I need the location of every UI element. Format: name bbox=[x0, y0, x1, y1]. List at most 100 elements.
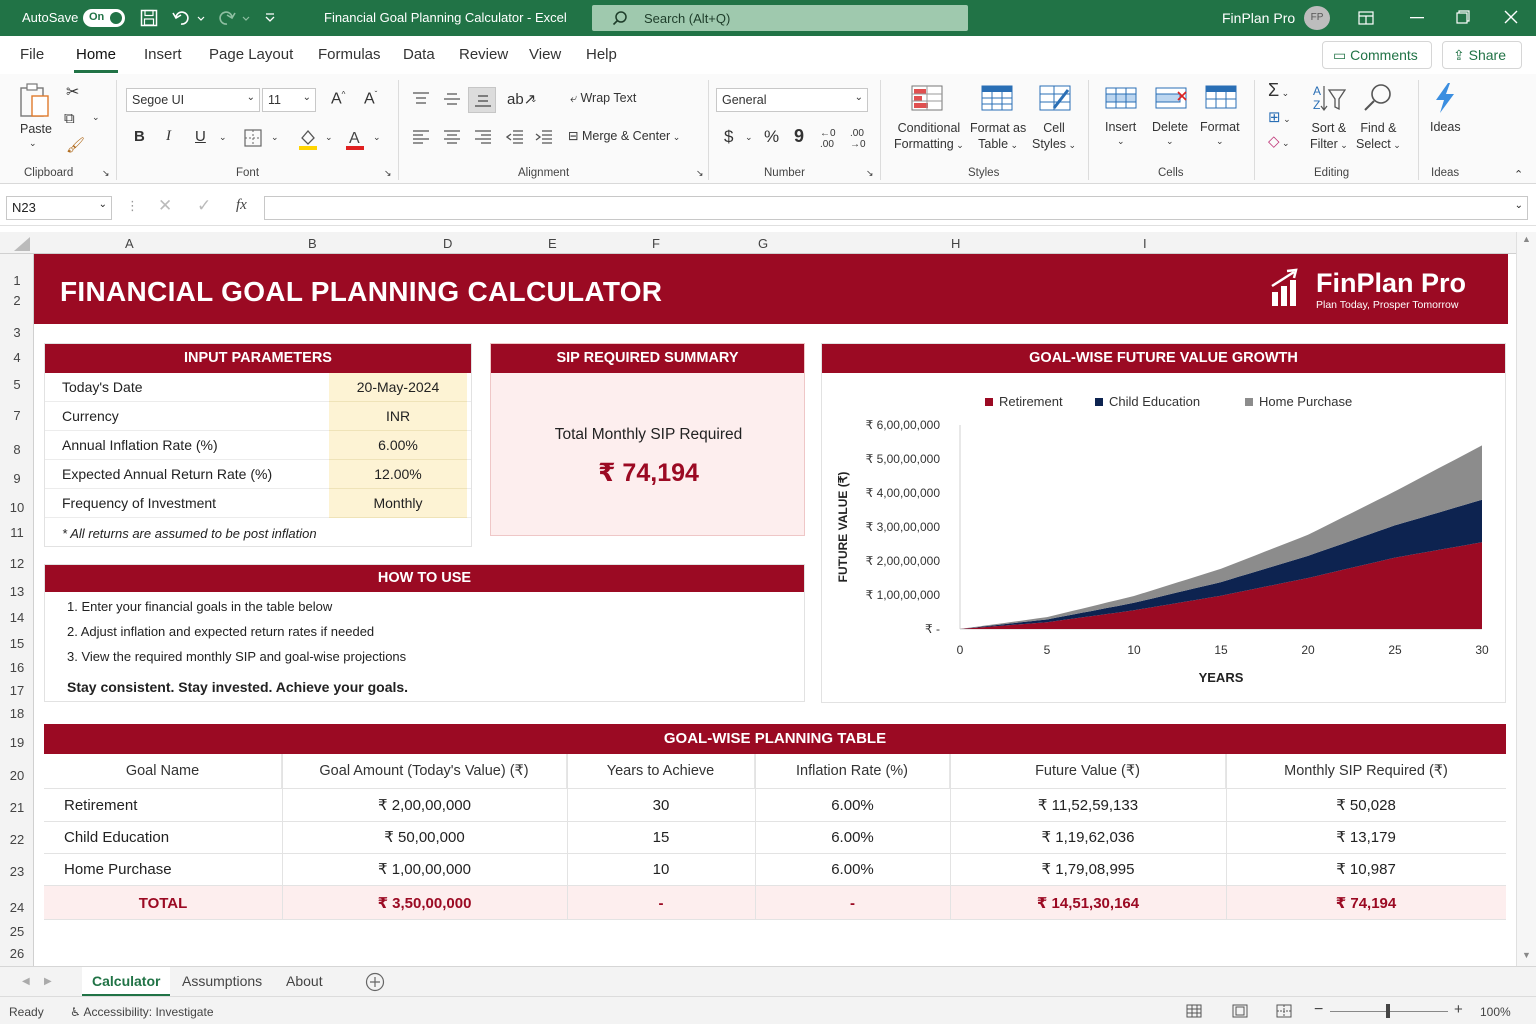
insert-function-button[interactable]: fx bbox=[236, 197, 247, 214]
cell-styles-button[interactable]: Cell Styles ⌄ bbox=[1032, 120, 1076, 153]
chevron-down-icon[interactable]: ⌄ bbox=[271, 132, 279, 143]
row-header[interactable]: 22 bbox=[0, 832, 34, 847]
search-box[interactable]: Search (Alt+Q) bbox=[592, 5, 968, 31]
tab-view[interactable]: View bbox=[529, 46, 561, 63]
close-icon[interactable] bbox=[1504, 10, 1518, 24]
column-header[interactable]: F bbox=[652, 236, 660, 251]
align-bottom-button[interactable] bbox=[468, 87, 496, 113]
conditional-formatting-icon[interactable] bbox=[910, 84, 944, 112]
chevron-down-icon[interactable]: ⌄ bbox=[373, 132, 381, 143]
tab-page-layout[interactable]: Page Layout bbox=[209, 46, 293, 63]
tab-data[interactable]: Data bbox=[403, 46, 435, 63]
ribbon-display-icon[interactable] bbox=[1358, 11, 1374, 25]
scroll-tabs-left-icon[interactable]: ◀ bbox=[22, 976, 30, 987]
table-cell-future-value[interactable]: ₹ 1,79,08,995 bbox=[950, 854, 1226, 886]
chevron-down-icon[interactable]: ⌄ bbox=[530, 94, 538, 105]
enter-icon[interactable]: ✓ bbox=[197, 196, 211, 216]
insert-cells-button[interactable]: Insert bbox=[1105, 120, 1136, 134]
scroll-down-icon[interactable]: ▼ bbox=[1522, 950, 1531, 960]
delete-cells-button[interactable]: Delete bbox=[1152, 120, 1188, 134]
sort-filter-button[interactable]: Sort & Filter ⌄ bbox=[1310, 120, 1348, 153]
font-launcher-icon[interactable]: ↘ bbox=[384, 168, 392, 179]
insert-cells-icon[interactable] bbox=[1104, 84, 1138, 112]
table-cell-years[interactable]: 30 bbox=[567, 790, 755, 822]
fill-color-icon[interactable] bbox=[298, 128, 318, 150]
tab-formulas[interactable]: Formulas bbox=[318, 46, 381, 63]
table-cell-inflation[interactable]: 6.00% bbox=[755, 822, 950, 854]
alignment-launcher-icon[interactable]: ↘ bbox=[696, 168, 704, 179]
row-header[interactable]: 5 bbox=[0, 377, 34, 392]
chevron-down-icon[interactable]: ⌄ bbox=[1216, 136, 1224, 147]
column-header[interactable]: G bbox=[758, 236, 768, 251]
format-painter-icon[interactable]: 🖌 bbox=[66, 136, 85, 154]
row-header[interactable]: 8 bbox=[0, 442, 34, 457]
row-header[interactable]: 16 bbox=[0, 660, 34, 675]
align-left-icon[interactable] bbox=[412, 129, 430, 145]
zoom-slider-thumb[interactable] bbox=[1386, 1004, 1390, 1018]
zoom-out-button[interactable]: − bbox=[1314, 1001, 1323, 1019]
tab-home[interactable]: Home bbox=[76, 46, 116, 63]
row-header[interactable]: 17 bbox=[0, 683, 34, 698]
save-icon[interactable] bbox=[140, 9, 158, 27]
clipboard-launcher-icon[interactable]: ↘ bbox=[102, 168, 110, 179]
input-value-return[interactable]: 12.00% bbox=[329, 460, 467, 489]
autosum-icon[interactable]: Σ ⌄ bbox=[1268, 80, 1289, 101]
paste-button[interactable]: Paste bbox=[20, 122, 52, 136]
undo-icon[interactable] bbox=[172, 9, 206, 27]
table-cell-years[interactable]: 10 bbox=[567, 854, 755, 886]
name-box[interactable]: N23 ⌄ bbox=[6, 196, 112, 220]
table-cell-goal-amount[interactable]: ₹ 50,00,000 bbox=[282, 822, 567, 854]
table-cell-monthly-sip[interactable]: ₹ 13,179 bbox=[1226, 822, 1506, 854]
decrease-indent-icon[interactable] bbox=[506, 129, 524, 145]
tab-help[interactable]: Help bbox=[586, 46, 617, 63]
table-cell-inflation[interactable]: 6.00% bbox=[755, 854, 950, 886]
copy-dropdown-icon[interactable]: ⌄ bbox=[92, 112, 100, 123]
row-header[interactable]: 13 bbox=[0, 584, 34, 599]
zoom-in-button[interactable]: + bbox=[1454, 1001, 1463, 1018]
tab-review[interactable]: Review bbox=[459, 46, 508, 63]
redo-icon[interactable] bbox=[218, 9, 252, 27]
scroll-up-icon[interactable]: ▲ bbox=[1522, 234, 1531, 244]
chevron-down-icon[interactable]: ⌄ bbox=[219, 132, 227, 143]
align-top-icon[interactable] bbox=[412, 92, 430, 106]
cut-icon[interactable]: ✂ bbox=[66, 82, 79, 102]
row-header[interactable]: 11 bbox=[0, 525, 34, 540]
row-header[interactable]: 1 bbox=[0, 273, 34, 288]
row-header[interactable]: 23 bbox=[0, 864, 34, 879]
normal-view-icon[interactable] bbox=[1186, 1004, 1202, 1018]
bold-button[interactable]: B bbox=[134, 128, 145, 145]
increase-decimal-icon[interactable]: ←0.00 bbox=[820, 128, 836, 150]
tab-insert[interactable]: Insert bbox=[144, 46, 182, 63]
currency-format-button[interactable]: $ bbox=[724, 127, 733, 147]
decrease-font-icon[interactable]: Aˇ bbox=[364, 90, 377, 108]
vertical-scrollbar[interactable]: ▲ ▼ bbox=[1516, 232, 1536, 966]
find-select-button[interactable]: Find & Select ⌄ bbox=[1356, 120, 1401, 153]
font-name-combo[interactable]: Segoe UI ⌄ bbox=[126, 88, 260, 112]
row-header[interactable]: 19 bbox=[0, 735, 34, 750]
merge-center-button[interactable]: ⊟ Merge & Center ⌄ bbox=[568, 128, 680, 143]
row-header[interactable]: 18 bbox=[0, 706, 34, 721]
sort-filter-icon[interactable]: A Z bbox=[1312, 82, 1346, 114]
sheet-tab-calculator[interactable]: Calculator bbox=[82, 967, 170, 997]
row-header[interactable]: 15 bbox=[0, 636, 34, 651]
column-header[interactable]: B bbox=[308, 236, 317, 251]
avatar[interactable]: FP bbox=[1304, 6, 1330, 30]
column-header[interactable]: I bbox=[1143, 236, 1147, 251]
column-header[interactable]: H bbox=[951, 236, 960, 251]
cancel-icon[interactable]: ✕ bbox=[158, 196, 172, 216]
collapse-ribbon-icon[interactable]: ⌃ bbox=[1514, 168, 1523, 181]
table-cell-goal-amount[interactable]: ₹ 2,00,00,000 bbox=[282, 790, 567, 822]
comments-button[interactable]: ▭ Comments bbox=[1322, 41, 1432, 69]
row-header[interactable]: 26 bbox=[0, 946, 34, 961]
select-all-icon[interactable] bbox=[12, 237, 30, 251]
table-cell-goal-name[interactable]: Home Purchase bbox=[64, 854, 172, 886]
row-header[interactable]: 24 bbox=[0, 900, 34, 915]
cell-styles-icon[interactable] bbox=[1038, 84, 1072, 112]
row-header[interactable]: 7 bbox=[0, 408, 34, 423]
row-header[interactable]: 9 bbox=[0, 471, 34, 486]
find-select-icon[interactable] bbox=[1362, 82, 1394, 114]
table-cell-monthly-sip[interactable]: ₹ 50,028 bbox=[1226, 790, 1506, 822]
row-header[interactable]: 25 bbox=[0, 924, 34, 939]
restore-icon[interactable] bbox=[1456, 10, 1470, 24]
font-color-icon[interactable]: A bbox=[345, 128, 365, 150]
